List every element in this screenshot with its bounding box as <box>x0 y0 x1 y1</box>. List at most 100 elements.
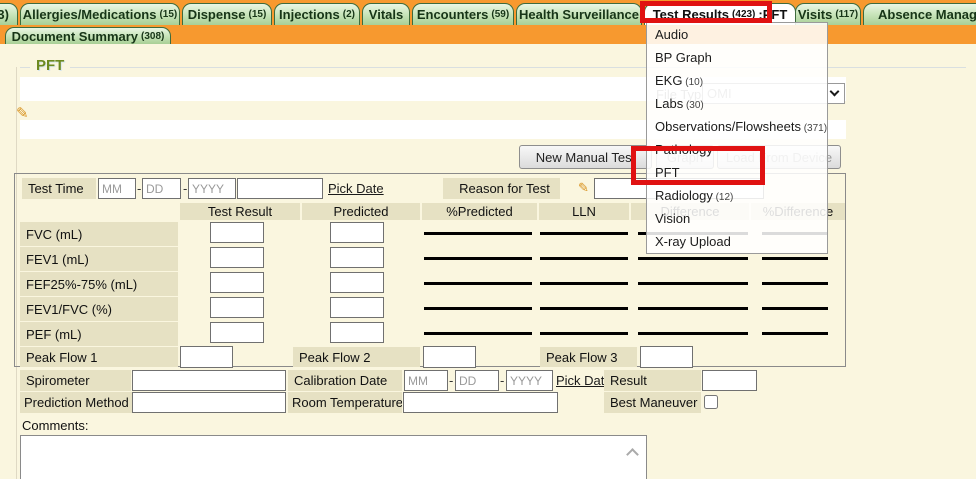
test-result-input-fef25-75-ml[interactable] <box>210 272 264 293</box>
menu-item-radiology[interactable]: Radiology (12) <box>647 184 827 207</box>
peak-flow-label-1: Peak Flow 1 <box>20 347 178 367</box>
tab-dispense[interactable]: Dispense(15) <box>182 3 272 25</box>
tab-injections[interactable]: Injections(2) <box>274 3 360 25</box>
menu-item-ekg[interactable]: EKG (10) <box>647 69 827 92</box>
test-result-input-fev1-ml[interactable] <box>210 247 264 268</box>
pick-date-link[interactable]: Pick Date <box>328 181 384 196</box>
menu-item-observations-flowsheets[interactable]: Observations/Flowsheets (371) <box>647 115 827 138</box>
comments-textarea[interactable] <box>20 435 647 479</box>
edit-pencil-icon[interactable]: ✎ <box>578 181 589 194</box>
menu-item-label: Labs <box>655 96 683 111</box>
tab-count: (15) <box>249 9 267 20</box>
menu-item-bp-graph[interactable]: BP Graph <box>647 46 827 69</box>
column-header-predicted: %Predicted <box>422 203 537 220</box>
peak-flow-input-1[interactable] <box>180 346 233 368</box>
result-input[interactable] <box>702 370 757 391</box>
room-temperature-input[interactable] <box>403 392 558 413</box>
menu-item-audio[interactable]: Audio <box>647 23 827 46</box>
predicted-input-fef25-75-ml[interactable] <box>330 272 384 293</box>
tab-label: 13) <box>0 7 9 22</box>
prediction-method-label: Prediction Method <box>20 392 132 413</box>
value-line <box>638 332 748 335</box>
scroll-up-icon[interactable] <box>626 448 639 461</box>
row-label-fev1-ml: FEV1 (mL) <box>20 247 178 271</box>
tab-bar: 13)Allergies/Medications(15)Dispense(15)… <box>0 0 976 44</box>
tab-allergies-medications[interactable]: Allergies/Medications(15) <box>20 3 180 25</box>
tab-absence-manage[interactable]: Absence Manage <box>863 3 976 25</box>
menu-item-count: (371) <box>801 123 827 134</box>
result-label: Result <box>604 370 701 391</box>
tab-label: Vitals <box>369 7 403 22</box>
row-label-fvc-ml: FVC (mL) <box>20 222 178 246</box>
menu-item-count: (12) <box>713 192 734 203</box>
row-label-fef25-75-ml: FEF25%-75% (mL) <box>20 272 178 296</box>
peak-flow-label-3: Peak Flow 3 <box>540 347 637 367</box>
row-label-pef-ml: PEF (mL) <box>20 322 178 346</box>
tab-label: Health Surveillance <box>519 7 639 22</box>
menu-item-label: Observations/Flowsheets <box>655 119 801 134</box>
menu-item-x-ray-upload[interactable]: X-ray Upload <box>647 230 827 253</box>
tab-label: Injections <box>279 7 340 22</box>
red-highlight-test-results-tab <box>640 1 772 23</box>
test-result-input-fvc-ml[interactable] <box>210 222 264 243</box>
menu-item-label: Radiology <box>655 188 713 203</box>
prediction-method-input[interactable] <box>132 392 286 413</box>
tab-label: Visits <box>798 7 832 22</box>
peak-flow-input-2[interactable] <box>423 346 476 368</box>
value-line <box>540 332 628 335</box>
comments-label: Comments: <box>22 418 88 433</box>
date-separator: - <box>183 181 187 196</box>
predicted-input-fvc-ml[interactable] <box>330 222 384 243</box>
menu-item-label: EKG <box>655 73 682 88</box>
tab-label: Dispense <box>188 7 246 22</box>
test-time-time-input[interactable] <box>237 178 323 199</box>
peak-flow-input-3[interactable] <box>640 346 693 368</box>
spirometer-label: Spirometer <box>20 370 131 391</box>
value-line <box>540 307 628 310</box>
date-separator: - <box>449 373 453 388</box>
spirometer-input[interactable] <box>132 370 286 391</box>
tab-label: Absence Manage <box>878 7 976 22</box>
menu-item-label: BP Graph <box>655 50 712 65</box>
tab-health-surveillance[interactable]: Health Surveillance <box>516 3 642 25</box>
test-time-day-input[interactable] <box>142 178 181 199</box>
calibration-day-input[interactable] <box>455 370 499 391</box>
value-line <box>762 257 828 260</box>
edit-pencil-icon[interactable]: ✎ <box>16 106 29 121</box>
menu-item-label: Vision <box>655 211 690 226</box>
calibration-year-input[interactable] <box>506 370 553 391</box>
value-line <box>762 332 828 335</box>
tab-label: Encounters <box>417 7 489 22</box>
value-line <box>762 307 828 310</box>
tab-count: (59) <box>491 9 509 20</box>
value-line <box>638 257 748 260</box>
tab-vitals[interactable]: Vitals <box>362 3 410 25</box>
tab-document-summary[interactable]: Document Summary(308) <box>5 27 171 44</box>
row-label-fev1-fvc: FEV1/FVC (%) <box>20 297 178 321</box>
test-result-input-fev1-fvc[interactable] <box>210 297 264 318</box>
menu-item-count: (30) <box>683 100 704 111</box>
predicted-input-fev1-ml[interactable] <box>330 247 384 268</box>
value-line <box>540 257 628 260</box>
tab-13[interactable]: 13) <box>0 3 18 25</box>
best-maneuver-checkbox[interactable] <box>704 395 718 409</box>
menu-item-labs[interactable]: Labs (30) <box>647 92 827 115</box>
value-line <box>540 232 628 235</box>
test-time-year-input[interactable] <box>188 178 236 199</box>
test-result-input-pef-ml[interactable] <box>210 322 264 343</box>
value-line <box>762 282 828 285</box>
value-line <box>638 307 748 310</box>
value-line <box>424 282 532 285</box>
predicted-input-pef-ml[interactable] <box>330 322 384 343</box>
menu-item-count: (10) <box>682 77 703 88</box>
tab-encounters[interactable]: Encounters(59) <box>412 3 514 25</box>
calibration-month-input[interactable] <box>404 370 448 391</box>
value-line <box>638 282 748 285</box>
menu-item-vision[interactable]: Vision <box>647 207 827 230</box>
tab-label: Document Summary <box>12 29 138 44</box>
test-time-month-input[interactable] <box>98 178 136 199</box>
chevron-down-icon <box>830 87 840 97</box>
value-line <box>424 332 532 335</box>
column-header-predicted: Predicted <box>302 203 420 220</box>
predicted-input-fev1-fvc[interactable] <box>330 297 384 318</box>
